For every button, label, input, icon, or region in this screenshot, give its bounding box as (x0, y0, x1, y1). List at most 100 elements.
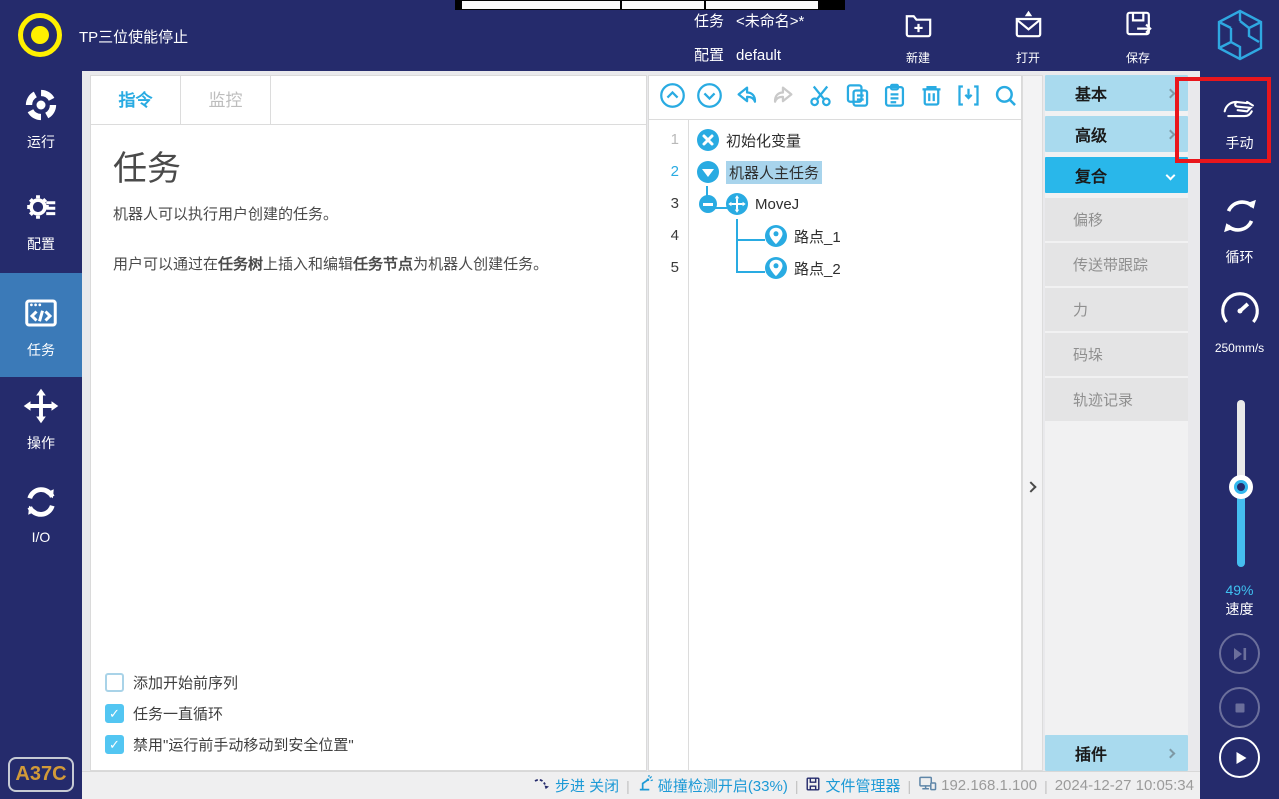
robot-id-badge[interactable]: A37C (8, 757, 74, 792)
play-button[interactable] (1219, 737, 1260, 778)
category-composite[interactable]: 复合 (1045, 157, 1188, 193)
cut-button[interactable] (807, 82, 834, 114)
speed-slider-track-lower[interactable] (1237, 487, 1245, 567)
overlapping-window-edge (455, 0, 845, 10)
tree-connector (736, 239, 765, 241)
loop-arrows-icon (1217, 226, 1263, 243)
right-control-rail: 手动 循环 250mm/s 49% 速度 (1200, 71, 1279, 799)
enable-status-text: TP三位使能停止 (79, 26, 188, 47)
speed-percent: 49% (1200, 582, 1279, 598)
sidebar-item-task[interactable]: 任务 (0, 273, 82, 377)
network-monitor-icon (918, 775, 937, 796)
tree-connector (736, 219, 738, 273)
checkbox-pre-sequence[interactable]: 添加开始前序列 (105, 667, 354, 698)
collision-icon (637, 775, 654, 796)
hand-icon (1220, 112, 1260, 129)
open-task-button[interactable]: 打开 (996, 8, 1060, 66)
task-code-window-icon (23, 318, 59, 335)
checkbox-box[interactable]: ✓ (105, 735, 124, 754)
chevron-right-icon (1166, 748, 1176, 758)
category-item-force[interactable]: 力 (1045, 288, 1188, 331)
new-file-icon (902, 8, 935, 46)
status-bar: 步进 关闭 | 碰撞检测开启(33%) | 文件管理器 | 192.168.1.… (82, 771, 1200, 799)
tree-node-init-vars[interactable]: 初始化变量 (697, 124, 801, 156)
sidebar-item-config[interactable]: 配置 (0, 189, 82, 254)
speed-gauge-button[interactable]: 250mm/s (1200, 289, 1279, 355)
sidebar-item-io[interactable]: I/O (0, 484, 82, 545)
collapse-minus-icon[interactable] (699, 195, 717, 213)
network-address[interactable]: 192.168.1.100 (918, 775, 1037, 796)
copy-button[interactable] (844, 82, 871, 114)
search-button[interactable] (992, 82, 1019, 114)
tab-monitor[interactable]: 监控 (181, 76, 271, 124)
category-plugin[interactable]: 插件 (1045, 735, 1188, 771)
variable-x-icon (697, 129, 719, 151)
category-item-conveyor[interactable]: 传送带跟踪 (1045, 243, 1188, 286)
sidebar-item-run[interactable]: 运行 (0, 87, 82, 152)
step-forward-button[interactable] (1219, 633, 1260, 674)
task-name-value: <未命名>* (736, 9, 804, 35)
save-task-button[interactable]: 保存 (1106, 8, 1170, 66)
checkbox-box[interactable] (105, 673, 124, 692)
speed-slider-thumb[interactable] (1229, 475, 1253, 499)
tab-instruction[interactable]: 指令 (91, 76, 181, 124)
chevron-right-icon (1166, 129, 1176, 139)
checkbox-loop-forever[interactable]: ✓ 任务一直循环 (105, 698, 354, 729)
redo-button[interactable] (770, 82, 797, 114)
datetime-status: 2024-12-27 10:05:34 (1055, 777, 1194, 794)
step-mode-status[interactable]: 步进 关闭 (533, 775, 619, 796)
tree-node-waypoint-1[interactable]: 路点_1 (765, 220, 841, 252)
manual-mode-button[interactable]: 手动 (1200, 93, 1279, 153)
config-label: 配置 (694, 43, 724, 69)
category-item-offset[interactable]: 偏移 (1045, 198, 1188, 241)
collapse-triangle-icon[interactable] (697, 161, 719, 183)
speed-slider-track-upper[interactable] (1237, 400, 1245, 487)
stop-button[interactable] (1219, 687, 1260, 728)
command-category-panel: 基本 高级 复合 偏移 传送带跟踪 力 码垛 轨迹记录 插件 (1045, 75, 1188, 771)
loop-mode-button[interactable]: 循环 (1200, 193, 1279, 267)
task-label: 任务 (694, 9, 724, 35)
category-advanced[interactable]: 高级 (1045, 116, 1188, 152)
expand-right-icon[interactable] (1025, 481, 1036, 492)
move-cross-icon (726, 193, 748, 215)
move-down-button[interactable] (696, 82, 723, 114)
tree-node-movej[interactable]: MoveJ (699, 188, 799, 220)
page-title: 任务 (113, 141, 622, 190)
chevron-down-icon (1166, 170, 1176, 180)
gauge-icon (1218, 320, 1262, 337)
speed-label: 速度 (1200, 599, 1279, 619)
paste-button[interactable] (881, 82, 908, 114)
panel-tabbar: 指令 监控 (91, 76, 646, 125)
io-loop-icon (23, 507, 59, 524)
category-item-track-record[interactable]: 轨迹记录 (1045, 378, 1188, 421)
category-item-palletizing[interactable]: 码垛 (1045, 333, 1188, 376)
task-config-meta: 任务 <未命名>* 配置 default (694, 9, 804, 77)
sidebar-item-jog[interactable]: 操作 (0, 388, 82, 453)
task-tree-panel: 1 2 3 4 5 初始化变量 机器人主任务 (648, 75, 1022, 771)
delete-button[interactable] (918, 82, 945, 114)
save-icon (1122, 8, 1155, 46)
tree-connector (736, 271, 765, 273)
open-file-icon (1012, 8, 1045, 46)
undo-button[interactable] (733, 82, 760, 114)
task-options: 添加开始前序列 ✓ 任务一直循环 ✓ 禁用"运行前手动移动到安全位置" (105, 667, 354, 760)
config-value: default (736, 43, 781, 69)
move-up-button[interactable] (659, 82, 686, 114)
tree-toolbar (649, 76, 1021, 120)
step-icon (533, 777, 551, 795)
tree-node-waypoint-2[interactable]: 路点_2 (765, 252, 841, 284)
waypoint-pin-icon (765, 225, 787, 247)
new-task-button[interactable]: 新建 (886, 8, 950, 66)
tree-node-main-task[interactable]: 机器人主任务 (697, 156, 822, 188)
panel-expand-strip[interactable] (1022, 75, 1043, 771)
category-basic[interactable]: 基本 (1045, 75, 1188, 111)
insert-between-button[interactable] (955, 82, 982, 114)
checkbox-box[interactable]: ✓ (105, 704, 124, 723)
description-line-1: 机器人可以执行用户创建的任务。 (113, 204, 622, 226)
file-manager-link[interactable]: 文件管理器 (805, 775, 900, 796)
collision-detect-status[interactable]: 碰撞检测开启(33%) (637, 775, 788, 796)
task-description-panel: 指令 监控 任务 机器人可以执行用户创建的任务。 用户可以通过在任务树上插入和编… (90, 75, 647, 771)
checkbox-disable-safe-move[interactable]: ✓ 禁用"运行前手动移动到安全位置" (105, 729, 354, 760)
chevron-right-icon (1166, 88, 1176, 98)
top-header: TP三位使能停止 任务 <未命名>* 配置 default 新建 打开 保存 (0, 0, 1279, 71)
